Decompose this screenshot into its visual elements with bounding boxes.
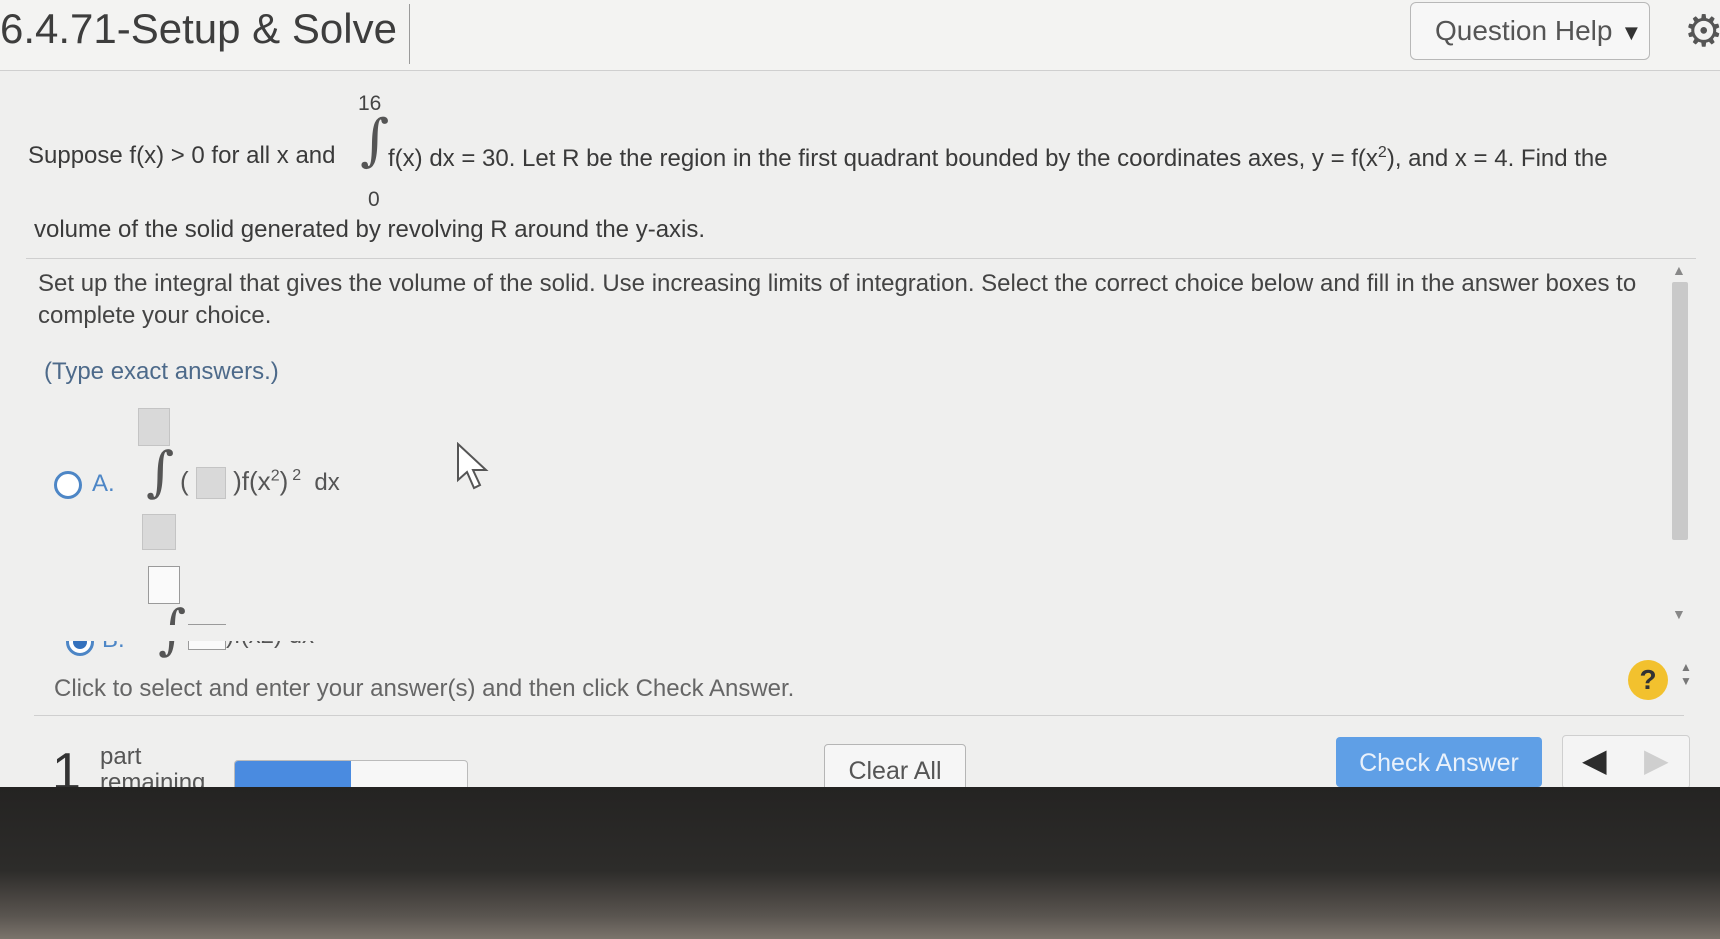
choice-a-function: )f(x	[233, 466, 271, 496]
problem-text-after: f(x) dx = 30. Let R be the region in the…	[388, 144, 1608, 173]
chevron-down-icon: ▼	[1620, 20, 1643, 45]
next-question-icon[interactable]: ▶	[1644, 740, 1669, 780]
progress-bar	[234, 760, 468, 787]
parts-remaining-count: 1	[52, 743, 81, 787]
integral-sign-a-icon: ∫	[146, 440, 175, 503]
choice-a-label: A.	[92, 470, 115, 497]
choice-a-expression: ( )f(x2) 2 dx	[180, 466, 340, 500]
choice-a-square: 2	[292, 467, 302, 485]
problem-text-line2: volume of the solid generated by revolvi…	[34, 216, 706, 243]
parts-word-part: part	[100, 743, 142, 770]
choice-a-radio[interactable]	[54, 471, 82, 499]
coefficient-input-a[interactable]	[195, 467, 226, 500]
parts-remaining-label: part remaining	[100, 743, 206, 788]
section-divider	[26, 258, 1696, 259]
choice-a-dx: dx	[314, 469, 340, 496]
problem-exponent: 2	[1377, 144, 1387, 161]
screen: 6.4.71-Setup & Solve Question Help ▼ ⚙ Su…	[0, 0, 1720, 787]
problem-text-before: Suppose f(x) > 0 for all x and	[28, 142, 336, 169]
mouse-cursor-icon	[457, 442, 489, 490]
help-icon[interactable]: ?	[1628, 660, 1668, 700]
problem-text-part1: f(x) dx = 30. Let R be the region in the…	[388, 145, 1378, 172]
choice-a-exp: 2	[270, 467, 280, 485]
problem-text-part2: ), and x = 4. Find the	[1386, 145, 1608, 172]
instructions: Set up the integral that gives the volum…	[38, 270, 1637, 329]
page-title: 6.4.71-Setup & Solve	[0, 4, 410, 64]
lower-limit-input-a[interactable]	[142, 514, 176, 550]
answer-hint: (Type exact answers.)	[44, 358, 279, 385]
question-help-label: Question Help	[1435, 15, 1613, 46]
question-help-button[interactable]: Question Help ▼	[1410, 2, 1650, 60]
stepper-arrows-icon[interactable]: ▲ ▼	[1680, 660, 1692, 688]
top-bar: 6.4.71-Setup & Solve Question Help ▼ ⚙	[0, 0, 1720, 71]
scroll-up-icon[interactable]: ▲	[1672, 262, 1686, 278]
status-message: Click to select and enter your answer(s)…	[54, 675, 795, 702]
clear-all-button[interactable]: Clear All	[824, 744, 966, 787]
previous-question-icon[interactable]: ◀	[1582, 740, 1607, 780]
integral-lower-limit: 0	[368, 188, 380, 211]
scroll-down-icon[interactable]: ▼	[1672, 606, 1686, 622]
integral-sign-icon: ∫	[360, 108, 390, 173]
check-answer-button[interactable]: Check Answer	[1336, 737, 1542, 787]
gear-icon[interactable]: ⚙	[1684, 10, 1720, 54]
paren-open: (	[180, 466, 189, 496]
footer-divider	[34, 715, 1684, 716]
parts-word-remaining: remaining	[100, 769, 206, 788]
choice-scroll-clip	[40, 625, 1680, 641]
scrollbar-thumb[interactable]	[1672, 282, 1688, 540]
choice-a-close: )	[279, 466, 289, 496]
progress-fill	[235, 761, 351, 787]
monitor-bezel	[0, 787, 1720, 939]
